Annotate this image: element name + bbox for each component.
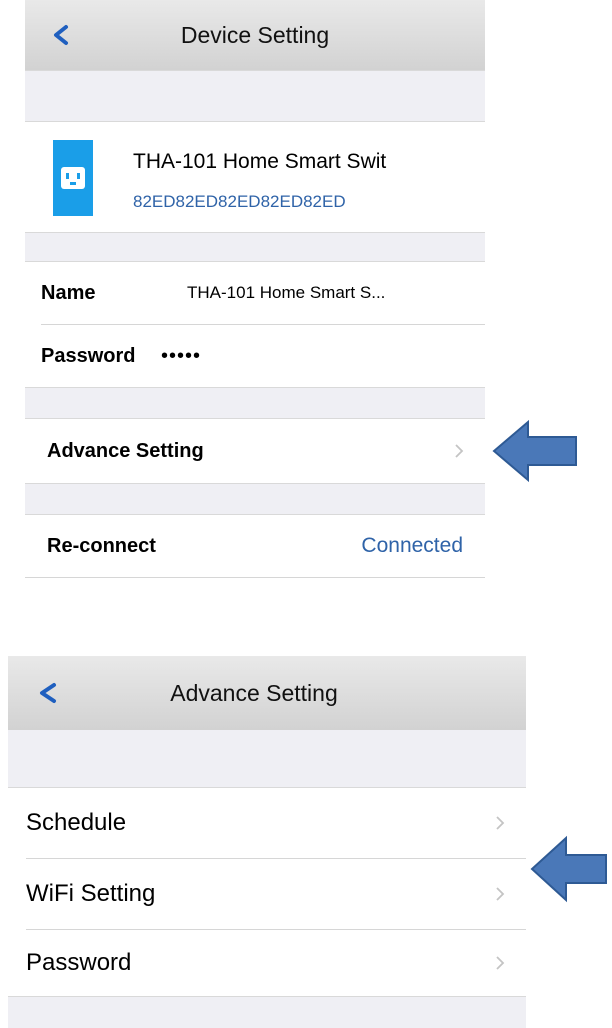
advance-setting-label: Advance Setting: [47, 439, 204, 462]
pointer-arrow-icon: [530, 835, 607, 903]
section-gap: [25, 232, 485, 262]
navigation-bar: Advance Setting: [8, 656, 526, 730]
chevron-right-icon: [480, 930, 520, 996]
wifi-setting-label: WiFi Setting: [26, 880, 156, 907]
schedule-label: Schedule: [26, 809, 127, 836]
reconnect-label: Re-connect: [47, 534, 156, 557]
chevron-right-icon: [480, 788, 520, 858]
chevron-right-icon: [480, 859, 520, 929]
navigation-bar: Device Setting: [25, 0, 485, 70]
wifi-setting-row[interactable]: WiFi Setting: [8, 859, 526, 929]
pointer-arrow-icon: [492, 419, 577, 483]
device-setting-screen: Device Setting THA-101 Home Smart Swit 8…: [25, 0, 485, 582]
name-value[interactable]: THA-101 Home Smart S...: [187, 283, 385, 303]
device-header: THA-101 Home Smart Swit 82ED82ED82ED82ED…: [25, 122, 485, 232]
advance-setting-screen: Advance Setting Schedule WiFi Setting Pa…: [8, 656, 526, 1028]
name-label: Name: [41, 281, 96, 304]
advance-setting-row[interactable]: Advance Setting: [25, 419, 485, 483]
divider: [25, 577, 485, 578]
device-id: 82ED82ED82ED82ED82ED: [133, 192, 346, 211]
device-name: THA-101 Home Smart Swit: [133, 150, 387, 173]
page-title: Device Setting: [180, 21, 330, 48]
password-value[interactable]: •••••: [161, 345, 201, 368]
name-row[interactable]: Name THA-101 Home Smart S...: [25, 262, 485, 324]
section-gap: [25, 70, 485, 122]
password-row[interactable]: Password •••••: [25, 325, 485, 387]
section-gap: [8, 730, 526, 788]
password-settings-label: Password: [26, 949, 132, 976]
section-gap: [25, 483, 485, 515]
password-settings-row[interactable]: Password: [8, 930, 526, 996]
chevron-right-icon: [439, 419, 479, 483]
section-gap: [8, 996, 526, 1028]
connection-status: Connected: [361, 534, 463, 557]
section-gap: [25, 387, 485, 419]
schedule-row[interactable]: Schedule: [8, 788, 526, 858]
reconnect-row[interactable]: Re-connect Connected: [25, 515, 485, 577]
smart-plug-icon: [53, 140, 93, 216]
page-title: Advance Setting: [170, 679, 338, 706]
password-label: Password: [41, 344, 136, 367]
